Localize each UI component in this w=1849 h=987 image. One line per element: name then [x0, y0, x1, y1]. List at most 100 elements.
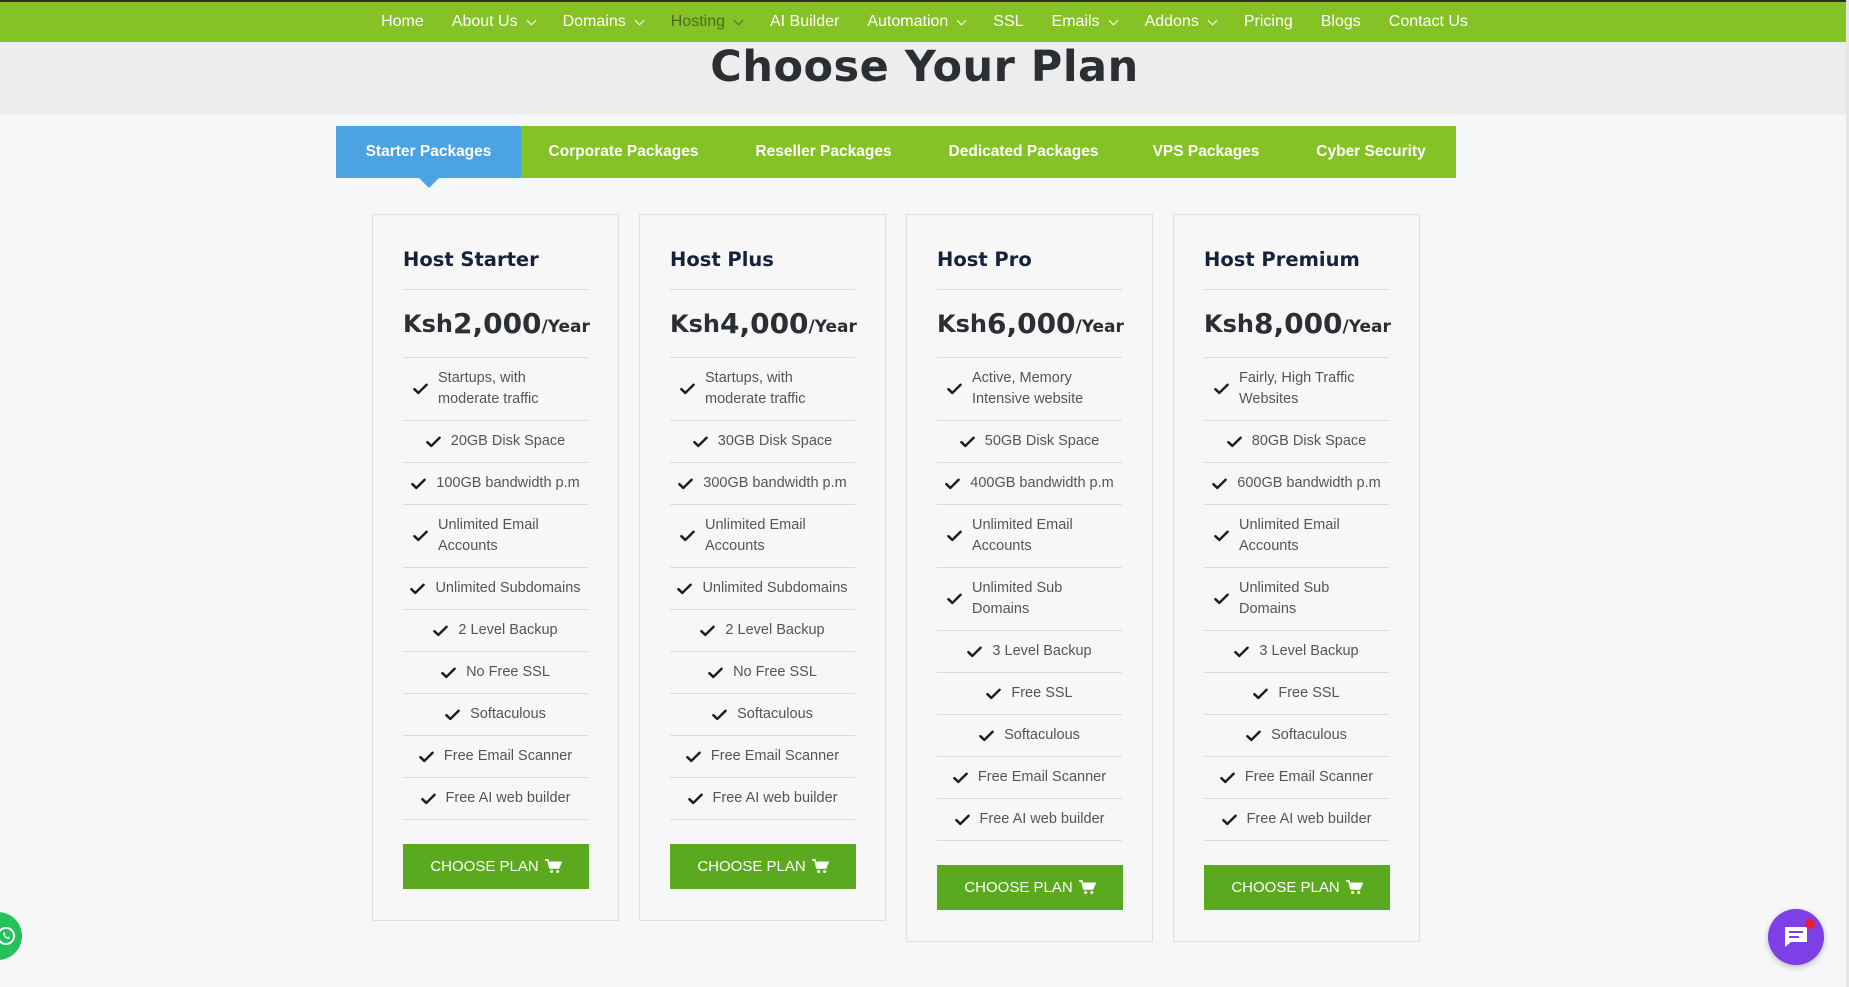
feature-list: Active, Memory Intensive website 50GB Dis…: [937, 358, 1122, 841]
feature-item: Fairly, High Traffic Websites: [1204, 358, 1389, 421]
check-icon: [445, 709, 460, 720]
feature-text: 100GB bandwidth p.m: [436, 475, 580, 491]
nav-item-hosting[interactable]: Hosting: [670, 13, 744, 31]
feature-item: Softaculous: [403, 694, 588, 736]
nav-item-ssl[interactable]: SSL: [993, 13, 1023, 31]
feature-item: Softaculous: [670, 694, 855, 736]
nav-item-about-us[interactable]: About Us: [452, 13, 537, 31]
nav-label: SSL: [993, 13, 1024, 30]
price-amount: 6,000: [986, 307, 1076, 340]
feature-item: Free SSL: [1204, 673, 1389, 715]
check-icon: [700, 625, 716, 636]
feature-item: No Free SSL: [670, 652, 855, 694]
nav-item-blogs[interactable]: Blogs: [1321, 13, 1361, 31]
check-icon: [687, 793, 703, 804]
feature-item: 400GB bandwidth p.m: [937, 463, 1122, 505]
price-period: /Year: [808, 316, 857, 337]
chat-button[interactable]: [1768, 909, 1824, 965]
nav-item-ai-builder[interactable]: AI Builder: [770, 13, 839, 31]
feature-item: Startups, with moderate traffic: [670, 358, 855, 421]
feature-text: 2 Level Backup: [725, 622, 825, 638]
nav-label: Hosting: [670, 13, 725, 30]
check-icon: [967, 646, 983, 657]
feature-text: Unlimited Subdomains: [435, 580, 581, 596]
nav-item-automation[interactable]: Automation: [867, 13, 967, 31]
feature-item: Unlimited Sub Domains: [937, 568, 1122, 631]
check-icon: [947, 593, 962, 605]
feature-text: 600GB bandwidth p.m: [1237, 475, 1381, 491]
tab-dedicated-packages[interactable]: Dedicated Packages: [921, 126, 1126, 178]
feature-item: Unlimited Email Accounts: [937, 505, 1122, 568]
check-icon: [1226, 436, 1242, 447]
check-icon: [1221, 814, 1237, 825]
feature-item: 50GB Disk Space: [937, 421, 1122, 463]
feature-text: Free Email Scanner: [710, 748, 840, 764]
tab-corporate-packages[interactable]: Corporate Packages: [521, 126, 726, 178]
nav-label: Automation: [867, 13, 949, 30]
nav-item-contact-us[interactable]: Contact Us: [1389, 13, 1468, 31]
tab-cyber-security[interactable]: Cyber Security: [1286, 126, 1456, 178]
nav-item-domains[interactable]: Domains: [562, 13, 645, 31]
price-amount: 2,000: [452, 307, 542, 340]
feature-item: 2 Level Backup: [403, 610, 588, 652]
feature-text: Free AI web builder: [712, 790, 838, 806]
check-icon: [708, 667, 723, 678]
check-icon: [678, 478, 694, 489]
feature-list: Startups, with moderate traffic 30GB Disk…: [670, 358, 855, 820]
tab-reseller-packages[interactable]: Reseller Packages: [726, 126, 921, 178]
nav-item-pricing[interactable]: Pricing: [1244, 13, 1293, 31]
check-icon: [947, 530, 962, 542]
nav-label: AI Builder: [769, 13, 840, 30]
price-period: /Year: [1075, 316, 1124, 337]
plan-price: Ksh 4,000 /Year: [670, 290, 857, 358]
feature-text: Unlimited Subdomains: [702, 580, 848, 596]
feature-item: Softaculous: [937, 715, 1122, 757]
feature-text: 50GB Disk Space: [984, 433, 1100, 449]
feature-item: Startups, with moderate traffic: [403, 358, 588, 421]
chevron-down-icon: [634, 15, 645, 25]
feature-item: 3 Level Backup: [1204, 631, 1389, 673]
package-tabs: Starter Packages Corporate Packages Rese…: [336, 126, 1456, 188]
plan-name: Host Plus: [670, 215, 855, 290]
nav-item-addons[interactable]: Addons: [1145, 13, 1218, 31]
check-icon: [686, 751, 701, 762]
feature-text: Softaculous: [1004, 727, 1080, 743]
feature-text: 30GB Disk Space: [717, 433, 833, 449]
plan-price: Ksh 6,000 /Year: [937, 290, 1124, 358]
feature-text: Unlimited Sub Domains: [1239, 580, 1330, 617]
feature-item: 2 Level Backup: [670, 610, 855, 652]
feature-item: Free AI web builder: [670, 778, 855, 820]
feature-item: Unlimited Subdomains: [670, 568, 855, 610]
choose-plan-button[interactable]: CHOOSE PLAN: [1204, 865, 1390, 910]
check-icon: [410, 583, 426, 594]
choose-plan-button[interactable]: CHOOSE PLAN: [937, 865, 1123, 910]
feature-text: Startups, with moderate traffic: [705, 370, 806, 407]
plan-card-host-premium: Host Premium Ksh 8,000 /Year Fairly, Hig…: [1173, 214, 1420, 942]
feature-item: Active, Memory Intensive website: [937, 358, 1122, 421]
price-currency: Ksh: [1204, 309, 1254, 338]
nav-item-home[interactable]: Home: [381, 13, 424, 31]
tab-vps-packages[interactable]: VPS Packages: [1126, 126, 1286, 178]
nav-item-emails[interactable]: Emails: [1051, 13, 1119, 31]
check-icon: [1214, 530, 1229, 542]
notification-dot: [1805, 919, 1815, 929]
tab-starter-packages[interactable]: Starter Packages: [336, 126, 521, 188]
nav-label: Emails: [1051, 13, 1100, 30]
check-icon: [954, 814, 970, 825]
feature-text: Softaculous: [737, 706, 813, 722]
feature-text: No Free SSL: [733, 664, 817, 680]
check-icon: [986, 688, 1002, 699]
check-icon: [953, 772, 968, 783]
price-currency: Ksh: [937, 309, 987, 338]
feature-text: Active, Memory Intensive website: [972, 370, 1084, 407]
check-icon: [413, 383, 428, 395]
feature-text: Unlimited Email Accounts: [1239, 517, 1340, 554]
choose-plan-button[interactable]: CHOOSE PLAN: [670, 844, 856, 889]
whatsapp-button[interactable]: [0, 912, 22, 960]
nav-label: Domains: [562, 13, 626, 30]
header-band: Choose Your Plan: [0, 42, 1849, 115]
feature-text: Unlimited Sub Domains: [972, 580, 1063, 617]
cart-icon: [811, 859, 829, 873]
feature-text: Unlimited Email Accounts: [705, 517, 806, 554]
choose-plan-button[interactable]: CHOOSE PLAN: [403, 844, 589, 889]
